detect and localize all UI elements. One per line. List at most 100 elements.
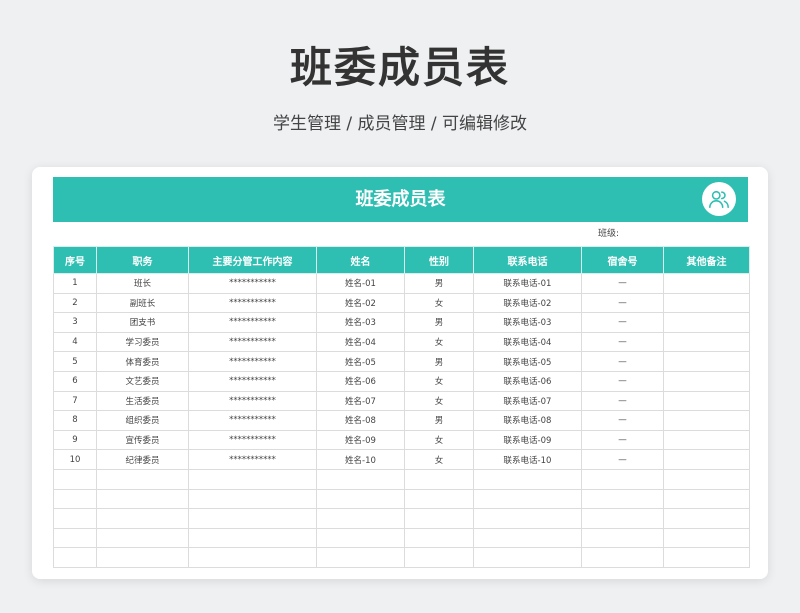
table-cell: ***********: [188, 331, 317, 353]
table-cell: 2: [53, 292, 97, 314]
table-cell: [663, 273, 750, 294]
table-cell: [473, 508, 582, 529]
table-cell: 姓名-08: [316, 410, 405, 431]
table-cell: ***********: [188, 449, 317, 470]
table-cell: —: [581, 449, 664, 470]
table-cell: —: [581, 273, 664, 294]
table-cell: [96, 488, 189, 510]
table-cell: 联系电话-02: [473, 292, 582, 314]
table-row: 10 纪律委员 *********** 姓名-10 女联系电话-10—: [53, 449, 750, 470]
table-row: [53, 508, 750, 529]
table-cell: 姓名-04: [316, 331, 405, 353]
table-cell: [663, 292, 750, 314]
table-cell: 联系电话-05: [473, 351, 582, 372]
users-icon: [702, 182, 736, 216]
table-cell: 女: [404, 429, 474, 451]
table-cell: 文艺委员: [96, 370, 189, 392]
column-header: 姓名: [316, 246, 405, 274]
table-cell: —: [581, 331, 664, 353]
table-cell: 女: [404, 292, 474, 314]
table-cell: [663, 508, 750, 529]
table-cell: [188, 488, 317, 510]
table-cell: [53, 468, 97, 490]
table-cell: —: [581, 312, 664, 333]
table-cell: 10: [53, 449, 97, 470]
column-header: 联系电话: [473, 246, 582, 274]
table-cell: 宣传委员: [96, 429, 189, 451]
table-cell: ***********: [188, 312, 317, 333]
table-cell: 生活委员: [96, 390, 189, 412]
table-row: 2 副班长 *********** 姓名-02 女联系电话-02—: [53, 292, 750, 314]
page-title: 班委成员表: [289, 43, 510, 92]
table-row: 8 组织委员 *********** 姓名-08 男联系电话-08—: [53, 410, 750, 431]
class-label: 班级:: [598, 229, 620, 239]
table-cell: [663, 488, 750, 510]
table-cell: 女: [404, 390, 474, 412]
column-header: 主要分管工作内容: [188, 246, 317, 274]
column-header: 职务: [96, 246, 189, 274]
table-cell: ***********: [188, 292, 317, 314]
table-cell: [581, 508, 664, 529]
table-cell: [404, 468, 474, 490]
table-cell: 男: [404, 410, 474, 431]
table-cell: 联系电话-03: [473, 312, 582, 333]
table-cell: —: [581, 292, 664, 314]
table-row: [53, 468, 750, 490]
table-cell: 组织委员: [96, 410, 189, 431]
table-cell: 纪律委员: [96, 449, 189, 470]
table-cell: [96, 547, 189, 568]
table-cell: [581, 547, 664, 568]
table-cell: [96, 508, 189, 529]
table-row: [53, 527, 750, 549]
table-cell: [53, 527, 97, 549]
table-cell: [96, 527, 189, 549]
table-cell: [96, 468, 189, 490]
members-table: 序号 职务 主要分管工作内容 姓名 性别 联系电话 宿舍号 其他备注 1 班长 *********…: [53, 246, 750, 568]
table-cell: [581, 488, 664, 510]
table-cell: 7: [53, 390, 97, 412]
table-cell: [663, 429, 750, 451]
table-cell: 9: [53, 429, 97, 451]
table-row: 3 团支书 *********** 姓名-03 男联系电话-03—: [53, 312, 750, 333]
table-cell: 班长: [96, 273, 189, 294]
table-cell: 姓名-03: [316, 312, 405, 333]
table-cell: 姓名-05: [316, 351, 405, 372]
sheet-card: 班委成员表 班级: 序号 职务 主要分管工作内容 姓名 性别 联系电话 宿舍号 其他备注 1班…: [32, 167, 768, 579]
table-cell: [581, 468, 664, 490]
table-cell: 联系电话-01: [473, 273, 582, 294]
table-cell: 姓名-01: [316, 273, 405, 294]
table-cell: 联系电话-07: [473, 390, 582, 412]
table-cell: [404, 508, 474, 529]
table-cell: [663, 390, 750, 412]
table-cell: 副班长: [96, 292, 189, 314]
table-cell: 联系电话-09: [473, 429, 582, 451]
table-cell: —: [581, 410, 664, 431]
table-cell: 团支书: [96, 312, 189, 333]
table-cell: 女: [404, 370, 474, 392]
table-row: 5 体育委员 *********** 姓名-05 男联系电话-05—: [53, 351, 750, 372]
table-cell: [404, 547, 474, 568]
page-subtitle: 学生管理 / 成员管理 / 可编辑修改: [272, 114, 528, 134]
table-cell: 5: [53, 351, 97, 372]
table-cell: 姓名-07: [316, 390, 405, 412]
table-cell: [663, 468, 750, 490]
table-cell: [663, 331, 750, 353]
table-cell: [316, 547, 405, 568]
table-row: 7 生活委员 *********** 姓名-07 女联系电话-07—: [53, 390, 750, 412]
table-cell: 学习委员: [96, 331, 189, 353]
table-cell: 姓名-10: [316, 449, 405, 470]
table-cell: [316, 527, 405, 549]
table-cell: 姓名-06: [316, 370, 405, 392]
table-cell: ***********: [188, 429, 317, 451]
table-cell: 姓名-02: [316, 292, 405, 314]
table-cell: [663, 449, 750, 470]
table-row: 9 宣传委员 *********** 姓名-09 女联系电话-09—: [53, 429, 750, 451]
table-cell: 女: [404, 449, 474, 470]
column-header: 其他备注: [663, 246, 750, 274]
table-cell: [473, 547, 582, 568]
column-header: 性别: [404, 246, 474, 274]
table-cell: [316, 508, 405, 529]
sheet-title: 班委成员表: [355, 189, 446, 210]
table-cell: 女: [404, 331, 474, 353]
column-header: 序号: [53, 246, 97, 274]
